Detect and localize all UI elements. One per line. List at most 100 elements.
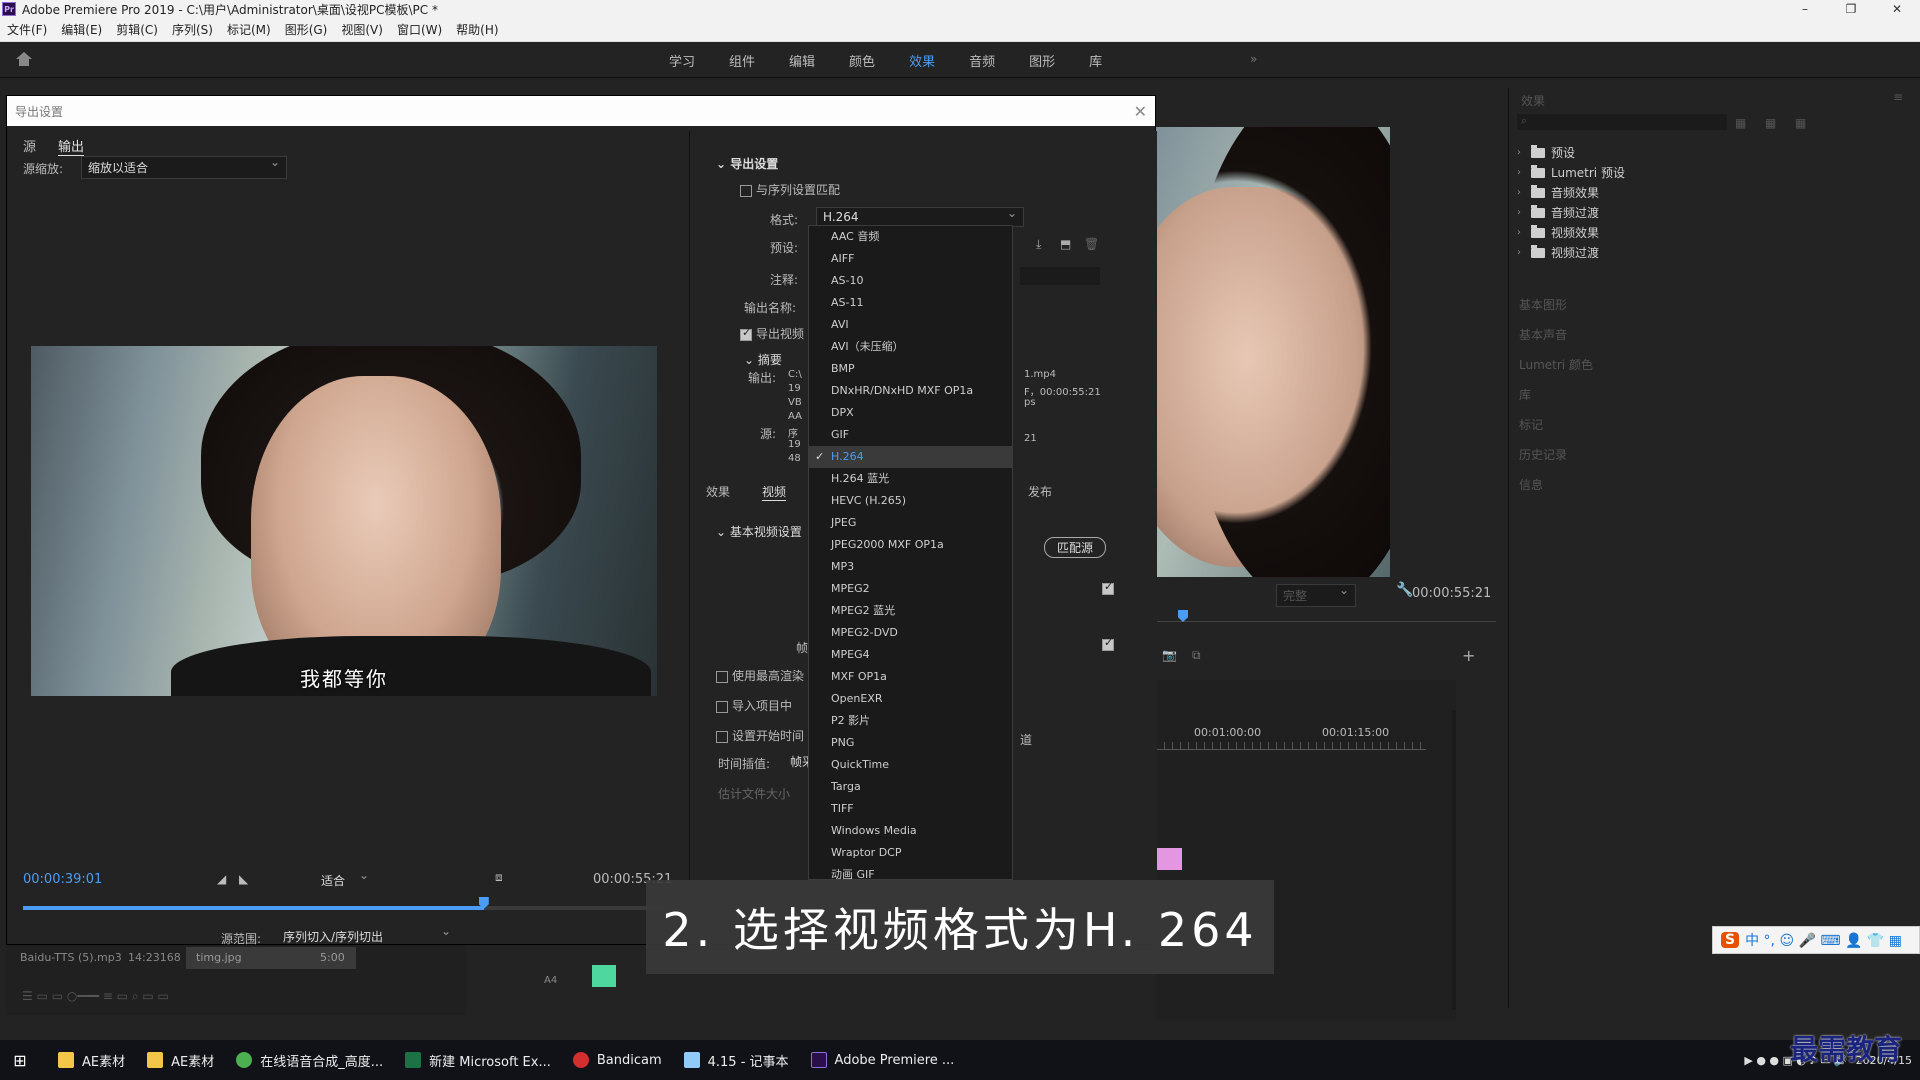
menu-sequence[interactable]: 序列(S) [165, 21, 220, 38]
export-settings-header[interactable]: ⌄ 导出设置 [716, 155, 778, 172]
format-option[interactable]: JPEG2000 MXF OP1a [809, 534, 1012, 556]
format-option[interactable]: AVI [809, 314, 1012, 336]
menu-clip[interactable]: 剪辑(C) [109, 21, 165, 38]
workspace-tab-color[interactable]: 颜色 [849, 51, 875, 70]
taskbar-item-excel[interactable]: 新建 Microsoft Ex... [405, 1040, 551, 1080]
fx-folder-lumetri-presets[interactable]: › Lumetri 预设 [1517, 164, 1625, 181]
timeline-clip[interactable] [1156, 848, 1182, 870]
max-render-checkbox[interactable]: 使用最高渲染 [716, 667, 804, 684]
format-option[interactable]: P2 影片 [809, 710, 1012, 732]
restore-icon[interactable]: ❐ [1828, 0, 1874, 18]
source-scale-select[interactable]: 缩放以适合 [81, 155, 287, 179]
fx-folder-video-effects[interactable]: › 视频效果 [1517, 224, 1599, 241]
taskbar-item-browser[interactable]: 在线语音合成_高度... [236, 1040, 383, 1080]
current-timecode[interactable]: 00:00:39:01 [23, 872, 102, 887]
menu-graphics[interactable]: 图形(G) [278, 21, 335, 38]
basic-video-header[interactable]: ⌄ 基本视频设置 [716, 523, 802, 540]
match-source-button[interactable]: 匹配源 [1044, 537, 1107, 558]
fx-folder-audio-transitions[interactable]: › 音频过渡 [1517, 204, 1599, 221]
menu-file[interactable]: 文件(F) [0, 21, 54, 38]
aspect-correction-icon[interactable]: ⧈ [495, 870, 503, 885]
timeline-ruler[interactable] [1156, 742, 1426, 750]
ime-toolbar[interactable]: S 中 °, ☺ 🎤 ⌨ 👤 👕 ▦ [1712, 926, 1920, 954]
format-option[interactable]: MPEG2-DVD [809, 622, 1012, 644]
tab-video[interactable]: 视频 [762, 483, 787, 501]
match-sequence-checkbox[interactable]: 与序列设置匹配 [740, 181, 840, 198]
menu-edit[interactable]: 编辑(E) [54, 21, 109, 38]
fx-folder-video-transitions[interactable]: › 视频过渡 [1517, 244, 1599, 261]
format-option[interactable]: H.264 [809, 446, 1012, 468]
summary-header[interactable]: ⌄ 摘要 [744, 351, 782, 368]
format-option[interactable]: BMP [809, 358, 1012, 380]
format-option[interactable]: Wraptor DCP [809, 842, 1012, 864]
panel-lumetri-color[interactable]: Lumetri 颜色 [1519, 356, 1593, 373]
taskbar-item-notepad[interactable]: 4.15 - 记事本 [683, 1040, 789, 1080]
minimize-icon[interactable]: – [1782, 0, 1828, 18]
project-item-row[interactable]: timg.jpg 5:00 [186, 947, 356, 969]
list-view-icon[interactable]: ☰ ▭ ▭ ○━━━ ≡ ▭ ⌕ ▭ ▭ [22, 989, 169, 1004]
compare-icon[interactable]: ⧉ [1192, 648, 1201, 663]
format-option[interactable]: QuickTime [809, 754, 1012, 776]
workspace-tab-libraries[interactable]: 库 [1089, 51, 1102, 70]
menu-help[interactable]: 帮助(H) [449, 21, 505, 38]
format-select[interactable]: H.264 [816, 206, 1024, 227]
format-option[interactable]: AIFF [809, 248, 1012, 270]
frame-rate-checkbox[interactable] [1102, 636, 1114, 651]
import-project-checkbox[interactable]: 导入项目中 [716, 697, 792, 714]
panel-libraries[interactable]: 库 [1519, 386, 1531, 403]
fx-folder-audio-effects[interactable]: › 音频效果 [1517, 184, 1599, 201]
start-timecode-checkbox[interactable]: 设置开始时间 [716, 727, 804, 744]
program-fit-select[interactable]: 完整 [1276, 583, 1356, 607]
home-icon[interactable] [16, 52, 32, 66]
tab-effects[interactable]: 效果 [706, 483, 730, 500]
effects-panel-menu-icon[interactable]: ≡ [1893, 90, 1903, 104]
effects-search-input[interactable]: ⌕ [1517, 114, 1727, 130]
add-button-icon[interactable]: + [1462, 646, 1475, 665]
save-preset-icon[interactable]: ⤓ [1036, 237, 1041, 252]
workspace-tab-audio[interactable]: 音频 [969, 51, 995, 70]
panel-essential-sound[interactable]: 基本声音 [1519, 326, 1567, 343]
format-option[interactable]: DPX [809, 402, 1012, 424]
format-option[interactable]: MPEG2 [809, 578, 1012, 600]
format-option[interactable]: MPEG4 [809, 644, 1012, 666]
format-option[interactable]: H.264 蓝光 [809, 468, 1012, 490]
32bit-effects-icon[interactable]: ▦ [1765, 116, 1776, 130]
format-option[interactable]: 动画 GIF [809, 864, 1012, 879]
taskbar-item-folder-2[interactable]: AE素材 [147, 1040, 214, 1080]
format-option[interactable]: MP3 [809, 556, 1012, 578]
format-option[interactable]: DNxHR/DNxHD MXF OP1a [809, 380, 1012, 402]
tab-output[interactable]: 输出 [58, 136, 85, 156]
source-range-select[interactable]: 序列切入/序列切出 [277, 924, 457, 947]
import-preset-icon[interactable]: ⬒ [1060, 237, 1071, 251]
project-item-name[interactable]: Baidu-TTS (5).mp3 [20, 951, 122, 964]
fx-folder-presets[interactable]: › 预设 [1517, 144, 1575, 161]
format-option[interactable]: HEVC (H.265) [809, 490, 1012, 512]
more-workspaces-icon[interactable]: » [1250, 52, 1257, 66]
format-option[interactable]: MXF OP1a [809, 666, 1012, 688]
track-toggle[interactable] [592, 965, 616, 987]
panel-essential-graphics[interactable]: 基本图形 [1519, 296, 1567, 313]
format-option[interactable]: PNG [809, 732, 1012, 754]
yuv-effects-icon[interactable]: ▦ [1795, 116, 1806, 130]
accelerated-effects-icon[interactable]: ▦ [1735, 116, 1746, 130]
format-option[interactable]: AS-11 [809, 292, 1012, 314]
panel-history[interactable]: 历史记录 [1519, 446, 1567, 463]
workspace-tab-learn[interactable]: 学习 [669, 51, 695, 70]
windows-start-icon[interactable]: ⊞ [0, 1051, 40, 1070]
menu-marker[interactable]: 标记(M) [220, 21, 278, 38]
fit-select[interactable]: 适合 [315, 868, 375, 891]
format-option[interactable]: MPEG2 蓝光 [809, 600, 1012, 622]
program-ruler[interactable] [1156, 616, 1496, 622]
format-option[interactable]: AVI（未压缩） [809, 336, 1012, 358]
panel-markers[interactable]: 标记 [1519, 416, 1543, 433]
close-icon[interactable]: ✕ [1874, 0, 1920, 18]
comment-input[interactable] [1020, 267, 1100, 285]
format-option[interactable]: Targa [809, 776, 1012, 798]
format-option[interactable]: AAC 音频 [809, 226, 1012, 248]
camera-icon[interactable]: 📷 [1162, 648, 1177, 662]
set-out-point-icon[interactable]: ◣ [239, 872, 248, 886]
set-in-point-icon[interactable]: ◢ [217, 872, 226, 886]
taskbar-item-bandicam[interactable]: Bandicam [572, 1040, 662, 1080]
taskbar-item-folder-1[interactable]: AE素材 [58, 1040, 125, 1080]
panel-info[interactable]: 信息 [1519, 476, 1543, 493]
